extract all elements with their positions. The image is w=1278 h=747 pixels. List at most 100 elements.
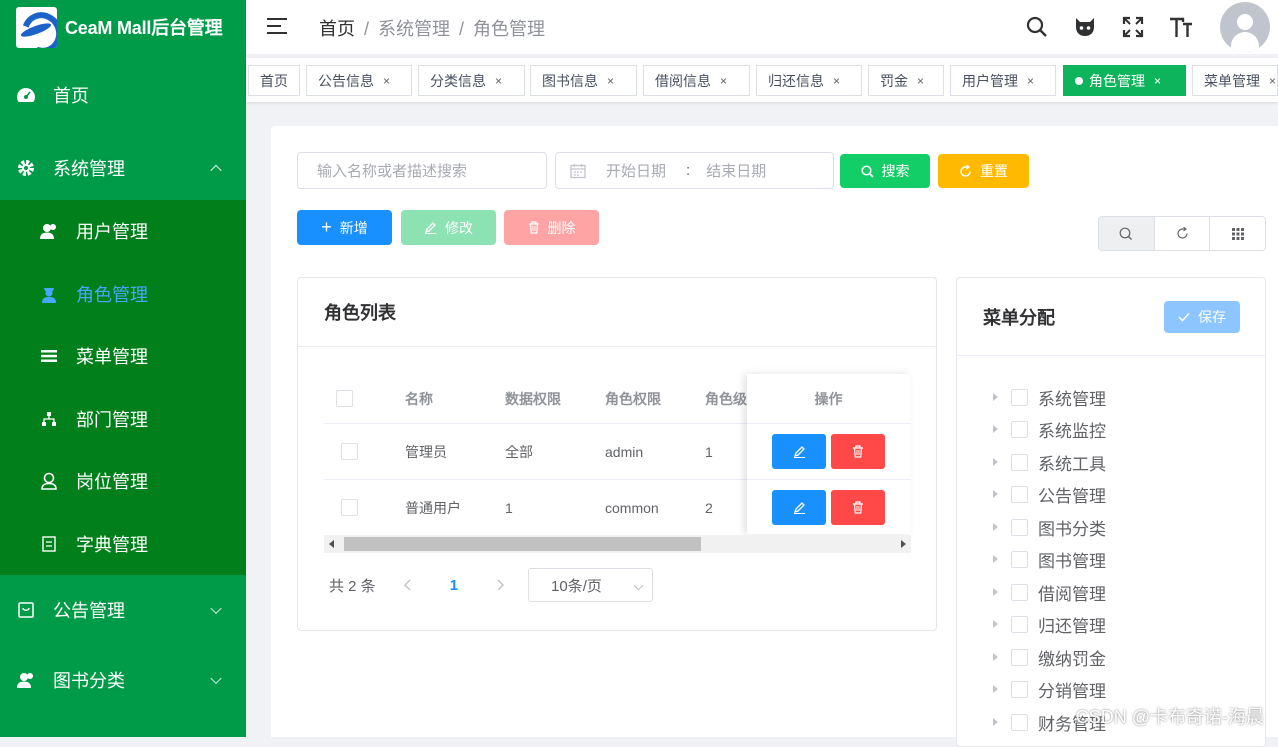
row-checkbox[interactable] bbox=[341, 499, 358, 516]
sidebar-item-menu[interactable]: 菜单管理 bbox=[0, 325, 246, 388]
toggle-search-icon[interactable] bbox=[1099, 217, 1154, 250]
tag-user[interactable]: 用户管理× bbox=[950, 65, 1056, 96]
delete-button[interactable]: 删除 bbox=[504, 210, 599, 245]
search-icon[interactable] bbox=[1013, 0, 1061, 54]
date-range-picker[interactable]: 开始日期 : 结束日期 bbox=[555, 152, 834, 189]
expand-icon[interactable] bbox=[993, 425, 998, 433]
tree-node[interactable]: 借阅管理 bbox=[993, 577, 1106, 607]
expand-icon[interactable] bbox=[993, 393, 998, 401]
horizontal-scrollbar[interactable] bbox=[324, 535, 911, 553]
expand-icon[interactable] bbox=[993, 653, 998, 661]
row-checkbox[interactable] bbox=[341, 443, 358, 460]
tag-notice[interactable]: 公告信息× bbox=[306, 65, 412, 96]
row-delete-button[interactable] bbox=[831, 490, 885, 525]
row-delete-button[interactable] bbox=[831, 434, 885, 469]
tree-node[interactable]: 系统管理 bbox=[993, 382, 1106, 412]
sidebar-item-book-category[interactable]: 图书分类 bbox=[0, 645, 246, 715]
app-logo[interactable]: CeaM Mall后台管理 bbox=[0, 0, 246, 54]
tree-checkbox[interactable] bbox=[1011, 454, 1028, 471]
tree-checkbox[interactable] bbox=[1011, 389, 1028, 406]
close-icon[interactable]: × bbox=[1154, 74, 1161, 88]
page-number-current[interactable]: 1 bbox=[450, 577, 458, 594]
tag-home[interactable]: 首页 bbox=[248, 65, 300, 96]
tag-menu[interactable]: 菜单管理× bbox=[1192, 65, 1278, 96]
row-edit-button[interactable] bbox=[772, 490, 826, 525]
header-actions bbox=[1013, 0, 1278, 54]
sidebar-item-role[interactable]: 角色管理 bbox=[0, 263, 246, 326]
cell-data-scope: 全部 bbox=[505, 424, 533, 479]
tree-node[interactable]: 系统工具 bbox=[993, 447, 1106, 477]
sidebar-item-post[interactable]: 岗位管理 bbox=[0, 450, 246, 513]
expand-icon[interactable] bbox=[993, 588, 998, 596]
expand-icon[interactable] bbox=[993, 718, 998, 726]
tree-checkbox[interactable] bbox=[1011, 519, 1028, 536]
scroll-right-icon[interactable] bbox=[901, 540, 906, 548]
tag-role[interactable]: 角色管理× bbox=[1063, 65, 1186, 96]
sidebar-item-dept[interactable]: 部门管理 bbox=[0, 388, 246, 451]
expand-icon[interactable] bbox=[993, 620, 998, 628]
tag-category[interactable]: 分类信息× bbox=[418, 65, 525, 96]
tree-checkbox[interactable] bbox=[1011, 649, 1028, 666]
tree-checkbox[interactable] bbox=[1011, 551, 1028, 568]
expand-icon[interactable] bbox=[993, 685, 998, 693]
close-icon[interactable]: × bbox=[1269, 74, 1276, 88]
close-icon[interactable]: × bbox=[495, 74, 502, 88]
prev-page-icon[interactable] bbox=[404, 579, 412, 591]
tree-node[interactable]: 归还管理 bbox=[993, 609, 1106, 639]
tree-node[interactable]: 图书分类 bbox=[993, 512, 1106, 542]
trash-icon bbox=[528, 221, 540, 234]
tree-checkbox[interactable] bbox=[1011, 584, 1028, 601]
expand-icon[interactable] bbox=[993, 458, 998, 466]
avatar[interactable] bbox=[1220, 2, 1270, 52]
tree-node[interactable]: 公告管理 bbox=[993, 479, 1106, 509]
edit-button[interactable]: 修改 bbox=[401, 210, 496, 245]
github-icon[interactable] bbox=[1061, 0, 1109, 54]
tag-book[interactable]: 图书信息× bbox=[530, 65, 637, 96]
reset-button[interactable]: 重置 bbox=[938, 154, 1029, 188]
sidebar-toggle-icon[interactable] bbox=[267, 16, 287, 36]
tree-node[interactable]: 系统监控 bbox=[993, 414, 1106, 444]
next-page-icon[interactable] bbox=[496, 579, 504, 591]
sidebar-item-user[interactable]: 用户管理 bbox=[0, 200, 246, 263]
font-size-icon[interactable] bbox=[1157, 0, 1205, 54]
expand-icon[interactable] bbox=[993, 555, 998, 563]
tree-node[interactable]: 缴纳罚金 bbox=[993, 642, 1106, 672]
sidebar-item-home[interactable]: 首页 bbox=[0, 54, 246, 136]
close-icon[interactable]: × bbox=[383, 74, 390, 88]
sidebar-item-system[interactable]: 系统管理 bbox=[0, 136, 246, 200]
tag-borrow[interactable]: 借阅信息× bbox=[643, 65, 750, 96]
expand-icon[interactable] bbox=[993, 523, 998, 531]
save-button[interactable]: 保存 bbox=[1164, 301, 1240, 333]
tree-checkbox[interactable] bbox=[1011, 486, 1028, 503]
expand-icon[interactable] bbox=[993, 490, 998, 498]
scroll-left-icon[interactable] bbox=[329, 540, 334, 548]
close-icon[interactable]: × bbox=[833, 74, 840, 88]
close-icon[interactable]: × bbox=[720, 74, 727, 88]
tree-node[interactable]: 图书管理 bbox=[993, 544, 1106, 574]
refresh-icon[interactable] bbox=[1154, 217, 1210, 250]
add-button[interactable]: + 新增 bbox=[297, 210, 392, 245]
page-size-select[interactable]: 10条/页 bbox=[528, 568, 653, 602]
search-button[interactable]: 搜索 bbox=[840, 154, 930, 188]
tag-return[interactable]: 归还信息× bbox=[756, 65, 862, 96]
tree-checkbox[interactable] bbox=[1011, 681, 1028, 698]
tree-checkbox[interactable] bbox=[1011, 616, 1028, 633]
sidebar-item-dict[interactable]: 字典管理 bbox=[0, 513, 246, 576]
close-icon[interactable]: × bbox=[1027, 74, 1034, 88]
checkbox[interactable] bbox=[336, 390, 353, 407]
select-all-checkbox[interactable] bbox=[336, 374, 353, 423]
search-input[interactable]: 输入名称或者描述搜索 bbox=[297, 152, 547, 189]
tree-checkbox[interactable] bbox=[1011, 421, 1028, 438]
sidebar-item-notice[interactable]: 公告管理 bbox=[0, 575, 246, 645]
breadcrumb-home[interactable]: 首页 bbox=[319, 19, 355, 39]
close-icon[interactable]: × bbox=[607, 74, 614, 88]
columns-icon[interactable] bbox=[1209, 217, 1265, 250]
fullscreen-icon[interactable] bbox=[1109, 0, 1157, 54]
scrollbar-thumb[interactable] bbox=[344, 537, 701, 551]
tree-checkbox[interactable] bbox=[1011, 714, 1028, 731]
tag-fine[interactable]: 罚金× bbox=[868, 65, 944, 96]
row-edit-button[interactable] bbox=[772, 434, 826, 469]
sidebar-item-label: 公告管理 bbox=[53, 597, 125, 623]
close-icon[interactable]: × bbox=[917, 74, 924, 88]
tree-node[interactable]: 分销管理 bbox=[993, 674, 1106, 704]
